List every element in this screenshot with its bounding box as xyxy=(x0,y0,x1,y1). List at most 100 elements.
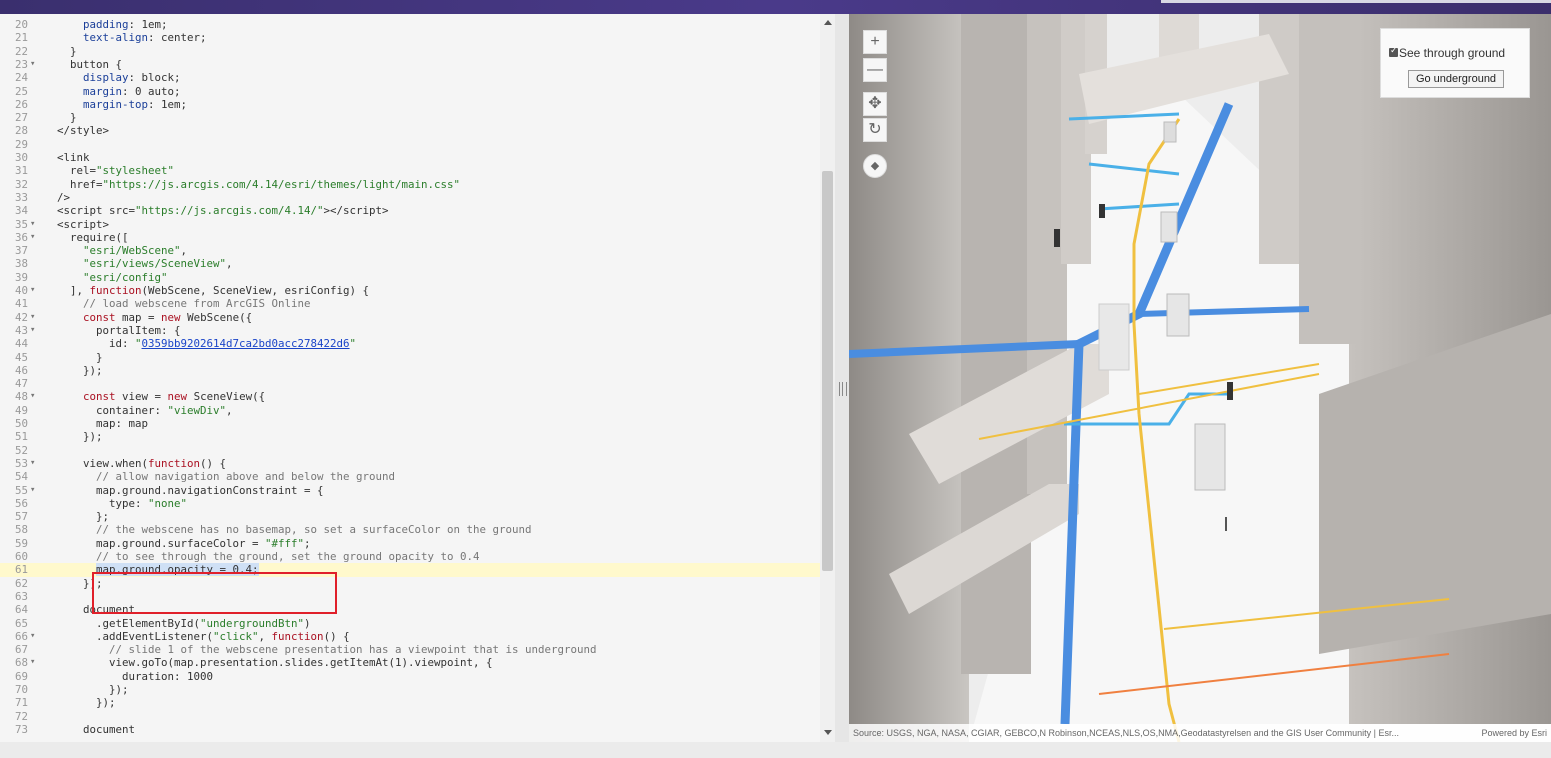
code-text[interactable]: // allow navigation above and below the … xyxy=(57,470,395,483)
code-line[interactable]: 49 container: "viewDiv", xyxy=(0,404,820,417)
code-text[interactable]: margin: 0 auto; xyxy=(57,85,181,98)
code-line[interactable]: 54 // allow navigation above and below t… xyxy=(0,470,820,483)
code-text[interactable]: margin-top: 1em; xyxy=(57,98,187,111)
code-text[interactable]: container: "viewDiv", xyxy=(57,404,233,417)
code-line[interactable]: 53 ▾ view.when(function() { xyxy=(0,457,820,470)
zoom-out-button[interactable]: — xyxy=(863,58,887,82)
code-line[interactable]: 72 xyxy=(0,710,820,723)
scroll-down-arrow-icon[interactable] xyxy=(824,730,832,735)
code-lines[interactable]: 20 padding: 1em; 21 text-align: center; 22… xyxy=(0,14,820,742)
code-line[interactable]: 60 // to see through the ground, set the… xyxy=(0,550,820,563)
code-line[interactable]: 41 // load webscene from ArcGIS Online xyxy=(0,297,820,310)
code-text[interactable]: "esri/views/SceneView", xyxy=(57,257,233,270)
code-line[interactable]: 40 ▾ ], function(WebScene, SceneView, esr… xyxy=(0,284,820,297)
code-text[interactable]: map.ground.surfaceColor = "#fff"; xyxy=(57,537,311,550)
code-text[interactable]: duration: 1000 xyxy=(57,670,213,683)
fold-toggle-icon[interactable]: ▾ xyxy=(30,284,35,297)
code-line[interactable]: 71 }); xyxy=(0,696,820,709)
code-text[interactable]: display: block; xyxy=(57,71,181,84)
code-line[interactable]: 59 map.ground.surfaceColor = "#fff"; xyxy=(0,537,820,550)
code-text[interactable]: }); xyxy=(57,696,116,709)
code-line[interactable]: 37 "esri/WebScene", xyxy=(0,244,820,257)
code-text[interactable]: // load webscene from ArcGIS Online xyxy=(57,297,311,310)
code-line[interactable]: 69 duration: 1000 xyxy=(0,670,820,683)
code-text[interactable]: map: map xyxy=(57,417,148,430)
code-line[interactable]: 34 <script src="https://js.arcgis.com/4.1… xyxy=(0,204,820,217)
code-text[interactable]: }); xyxy=(57,364,103,377)
code-line[interactable]: 51 }); xyxy=(0,430,820,443)
code-line[interactable]: 43 ▾ portalItem: { xyxy=(0,324,820,337)
pane-splitter[interactable] xyxy=(835,14,849,742)
attribution-text[interactable]: Source: USGS, NGA, NASA, CGIAR, GEBCO,N … xyxy=(853,724,1399,742)
code-line[interactable]: 42 ▾ const map = new WebScene({ xyxy=(0,311,820,324)
code-text[interactable]: } xyxy=(57,111,77,124)
code-text[interactable]: // slide 1 of the webscene presentation … xyxy=(57,643,597,656)
code-line[interactable]: 35 ▾ <script> xyxy=(0,218,820,231)
code-text[interactable]: }; xyxy=(57,510,109,523)
code-line[interactable]: 50 map: map xyxy=(0,417,820,430)
compass-button[interactable]: ◆ xyxy=(863,154,887,178)
code-text[interactable]: rel="stylesheet" xyxy=(57,164,174,177)
code-text[interactable]: const map = new WebScene({ xyxy=(57,311,252,324)
code-line[interactable]: 32 href="https://js.arcgis.com/4.14/esri… xyxy=(0,178,820,191)
code-line[interactable]: 44 id: "0359bb9202614d7ca2bd0acc278422d6… xyxy=(0,337,820,350)
fold-toggle-icon[interactable]: ▾ xyxy=(30,457,35,470)
fold-toggle-icon[interactable]: ▾ xyxy=(30,656,35,669)
code-text[interactable]: .addEventListener("click", function() { xyxy=(57,630,350,643)
scene-view[interactable]: + — ✥ ↻ ◆ See through ground Go undergro… xyxy=(849,14,1551,742)
powered-by-esri[interactable]: Powered by Esri xyxy=(1481,724,1547,742)
code-line[interactable]: 20 padding: 1em; xyxy=(0,18,820,31)
code-text[interactable]: portalItem: { xyxy=(57,324,181,337)
code-text[interactable]: <link xyxy=(57,151,90,164)
code-text[interactable]: .getElementById("undergroundBtn") xyxy=(57,617,311,630)
scene-canvas[interactable] xyxy=(849,14,1551,742)
scrollbar-thumb[interactable] xyxy=(822,171,833,571)
code-line[interactable]: 22 } xyxy=(0,45,820,58)
code-line[interactable]: 30 <link xyxy=(0,151,820,164)
code-line[interactable]: 56 type: "none" xyxy=(0,497,820,510)
code-line[interactable]: 36 ▾ require([ xyxy=(0,231,820,244)
code-text[interactable]: const view = new SceneView({ xyxy=(57,390,265,403)
fold-toggle-icon[interactable]: ▾ xyxy=(30,324,35,337)
splitter-grip-icon[interactable] xyxy=(839,382,847,396)
code-line[interactable]: 27 } xyxy=(0,111,820,124)
see-through-ground-checkbox[interactable] xyxy=(1389,45,1398,57)
code-line[interactable]: 73 document xyxy=(0,723,820,736)
fold-toggle-icon[interactable]: ▾ xyxy=(30,484,35,497)
code-text[interactable]: }); xyxy=(57,430,103,443)
zoom-in-button[interactable]: + xyxy=(863,30,887,54)
rotate-button[interactable]: ↻ xyxy=(863,118,887,142)
code-line[interactable]: 70 }); xyxy=(0,683,820,696)
code-text[interactable]: view.when(function() { xyxy=(57,457,226,470)
fold-toggle-icon[interactable]: ▾ xyxy=(30,390,35,403)
code-text[interactable]: } xyxy=(57,351,103,364)
code-text[interactable]: <script src="https://js.arcgis.com/4.14/… xyxy=(57,204,389,217)
code-text[interactable]: text-align: center; xyxy=(57,31,207,44)
code-text[interactable]: padding: 1em; xyxy=(57,18,168,31)
code-line[interactable]: 55 ▾ map.ground.navigationConstraint = { xyxy=(0,484,820,497)
code-text[interactable]: button { xyxy=(57,58,122,71)
code-line[interactable]: 48 ▾ const view = new SceneView({ xyxy=(0,390,820,403)
code-line[interactable]: 38 "esri/views/SceneView", xyxy=(0,257,820,270)
code-line[interactable]: 65 .getElementById("undergroundBtn") xyxy=(0,617,820,630)
code-line[interactable]: 21 text-align: center; xyxy=(0,31,820,44)
code-line[interactable]: 28 </style> xyxy=(0,124,820,137)
code-text[interactable]: id: "0359bb9202614d7ca2bd0acc278422d6" xyxy=(57,337,356,350)
code-text[interactable]: "esri/config" xyxy=(57,271,168,284)
code-text[interactable]: require([ xyxy=(57,231,129,244)
go-underground-button[interactable]: Go underground xyxy=(1408,70,1504,88)
code-text[interactable]: "esri/WebScene", xyxy=(57,244,187,257)
code-text[interactable]: href="https://js.arcgis.com/4.14/esri/th… xyxy=(57,178,460,191)
code-line[interactable]: 25 margin: 0 auto; xyxy=(0,85,820,98)
code-line[interactable]: 57 }; xyxy=(0,510,820,523)
code-text[interactable]: <script> xyxy=(57,218,109,231)
code-line[interactable]: 45 } xyxy=(0,351,820,364)
code-text[interactable]: ], function(WebScene, SceneView, esriCon… xyxy=(57,284,369,297)
code-text[interactable]: </style> xyxy=(57,124,109,137)
code-line[interactable]: 39 "esri/config" xyxy=(0,271,820,284)
code-line[interactable]: 66 ▾ .addEventListener("click", function(… xyxy=(0,630,820,643)
code-text[interactable]: view.goTo(map.presentation.slides.getIte… xyxy=(57,656,493,669)
code-line[interactable]: 67 // slide 1 of the webscene presentati… xyxy=(0,643,820,656)
fold-toggle-icon[interactable]: ▾ xyxy=(30,231,35,244)
code-text[interactable]: document xyxy=(57,723,135,736)
